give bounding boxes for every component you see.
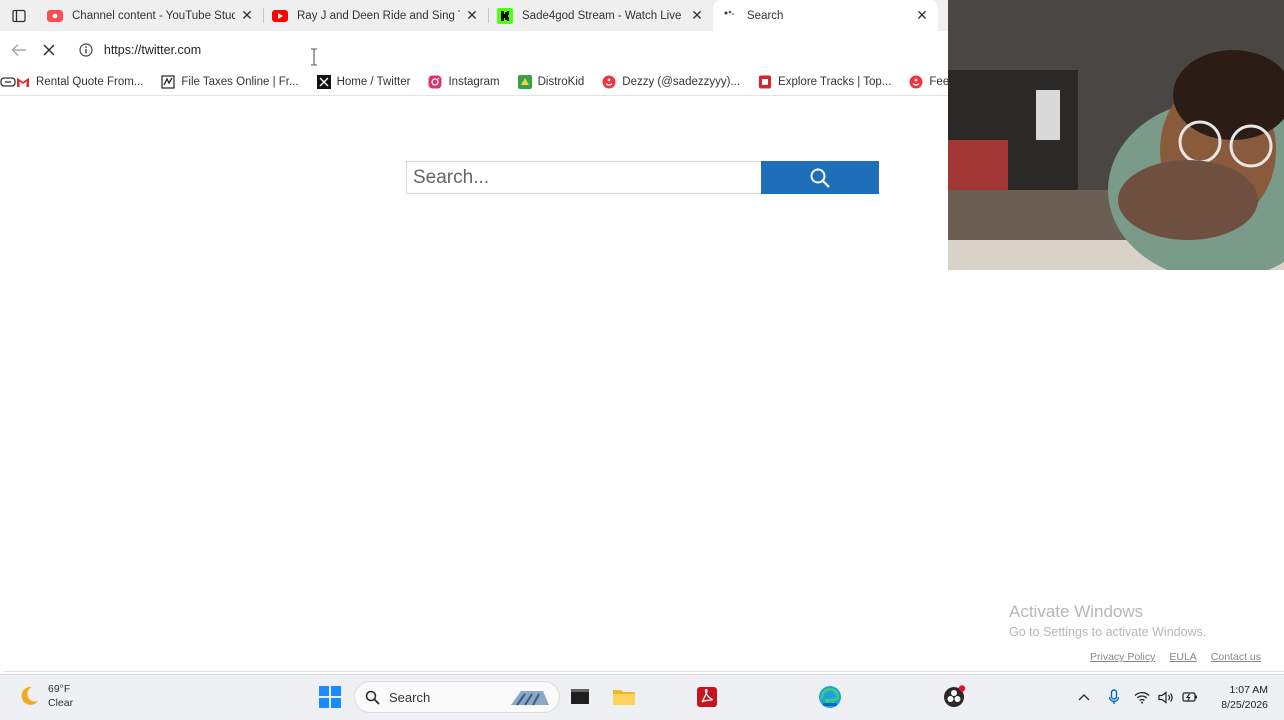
bookmark-label: Rental Quote From... [36,76,144,88]
active-app-indicator [823,703,837,706]
taskbar-app-acrobat[interactable] [695,685,719,709]
youtube-icon [272,8,288,24]
bookmark-label: DistroKid [537,76,585,88]
bookmark-distrokid[interactable]: DistroKid [517,75,585,89]
screen: Channel content - YouTube Studio ✕ Ray J… [0,0,1284,720]
microphone-icon[interactable] [1108,689,1120,705]
clock-time: 1:07 AM [1229,684,1268,696]
webcam-overlay [948,0,1284,270]
loading-icon [722,8,738,24]
collections-button[interactable] [0,76,16,88]
bookmark-label: Home / Twitter [336,76,411,88]
back-button[interactable] [4,35,34,65]
tab-title: Ray J and Deen Ride and Sing Together [297,9,460,22]
search-icon [810,168,830,188]
info-icon[interactable] [78,42,94,58]
bandlab-icon [602,75,616,89]
start-button[interactable] [318,685,342,709]
bookmark-label: File Taxes Online | Fr... [181,76,299,88]
weather-condition: Clear [48,697,74,709]
close-icon [43,44,55,56]
address-bar[interactable]: https://twitter.com [69,36,948,64]
search-input[interactable] [406,161,761,194]
footer-links: Privacy Policy EULA Contact us [1090,651,1275,663]
tab-title: Channel content - YouTube Studio [72,9,235,22]
bandlab-icon [909,75,923,89]
bookmark-feed[interactable]: Feed [909,75,948,89]
close-icon[interactable]: ✕ [689,7,705,24]
privacy-policy-link[interactable]: Privacy Policy [1090,651,1155,663]
tab-youtube-video[interactable]: Ray J and Deen Ride and Sing Together ✕ [263,0,488,31]
taskbar: 69°F Clear Search 1:07 AM 8/25/2026 [0,674,1284,720]
bookmark-explore-tracks[interactable]: Explore Tracks | Top... [758,75,891,89]
bookmarks-bar: Rental Quote From... File Taxes Online |… [0,69,948,96]
close-icon[interactable]: ✕ [914,7,930,24]
bookmark-instagram[interactable]: Instagram [428,75,500,89]
webcam-video-frame [948,0,1284,270]
bookmark-dezzy[interactable]: Dezzy (@sadezzyyy)... [602,75,740,89]
contact-us-link[interactable]: Contact us [1211,651,1261,663]
search-highlight-icon [511,691,549,706]
taskbar-app-obs[interactable] [942,685,966,709]
instagram-icon [428,75,442,89]
chevron-up-icon[interactable] [1078,692,1090,702]
wifi-icon[interactable] [1134,691,1150,704]
taskbar-search-label: Search [389,689,431,705]
weather-widget[interactable]: 69°F Clear [18,682,73,710]
activate-windows-watermark: Activate Windows Go to Settings to activ… [1009,602,1206,639]
close-icon[interactable]: ✕ [464,7,480,24]
taskbar-app-file-explorer[interactable] [612,685,636,709]
battery-icon[interactable] [1182,691,1198,703]
tax-icon [161,75,175,89]
youtube-studio-icon [47,8,63,24]
x-icon [316,75,331,89]
bookmark-rental-quote[interactable]: Rental Quote From... [16,75,143,89]
moon-icon [21,686,38,705]
bookmark-label: Feed [929,76,948,88]
tab-title: Search [747,9,784,22]
bookmark-label: Explore Tracks | Top... [778,76,892,88]
arrow-left-icon [11,43,26,57]
tab-strip: Channel content - YouTube Studio ✕ Ray J… [0,0,948,31]
gmail-icon [16,75,30,89]
watermark-title: Activate Windows [1009,602,1144,621]
bookmark-label: Instagram [448,76,500,88]
taskbar-search[interactable]: Search [354,681,560,713]
speaker-icon[interactable] [1158,690,1174,704]
windows-icon [319,686,341,708]
tab-kick-stream[interactable]: Sade4god Stream - Watch Live on Kick ✕ [488,0,713,31]
system-clock[interactable]: 1:07 AM 8/25/2026 [1221,683,1268,713]
system-tray [1078,689,1206,705]
terminal-icon [571,689,589,704]
eula-link[interactable]: EULA [1169,651,1196,663]
clock-date: 8/25/2026 [1221,699,1268,711]
text-cursor-icon [311,48,317,66]
distrokid-icon [517,75,532,89]
tab-title: Sade4god Stream - Watch Live on Kick [522,9,685,22]
search-icon [365,690,380,705]
search-button[interactable] [761,161,879,194]
url-text[interactable]: https://twitter.com [104,43,201,57]
bookmark-home-twitter[interactable]: Home / Twitter [316,75,411,89]
collections-icon [0,77,16,87]
stop-loading-button[interactable] [34,35,64,65]
tracks-icon [758,75,772,89]
browser-toolbar: https://twitter.com [0,31,948,69]
watermark-subtitle: Go to Settings to activate Windows. [1009,625,1207,639]
close-icon[interactable]: ✕ [239,7,255,24]
obs-icon [944,685,966,707]
tab-search[interactable]: Search ✕ [713,0,938,31]
kick-icon [497,7,513,24]
weather-temp: 69°F [48,683,71,695]
folder-icon [613,690,635,705]
bookmark-file-taxes[interactable]: File Taxes Online | Fr... [161,75,299,89]
pdf-icon [697,687,717,707]
bookmark-label: Dezzy (@sadezzyyy)... [622,76,741,88]
tab-actions-button[interactable] [0,0,38,31]
tab-youtube-studio[interactable]: Channel content - YouTube Studio ✕ [38,0,263,31]
taskbar-app-edge[interactable] [818,685,842,709]
taskbar-app-terminal[interactable] [568,685,592,709]
tab-actions-icon [12,9,26,22]
